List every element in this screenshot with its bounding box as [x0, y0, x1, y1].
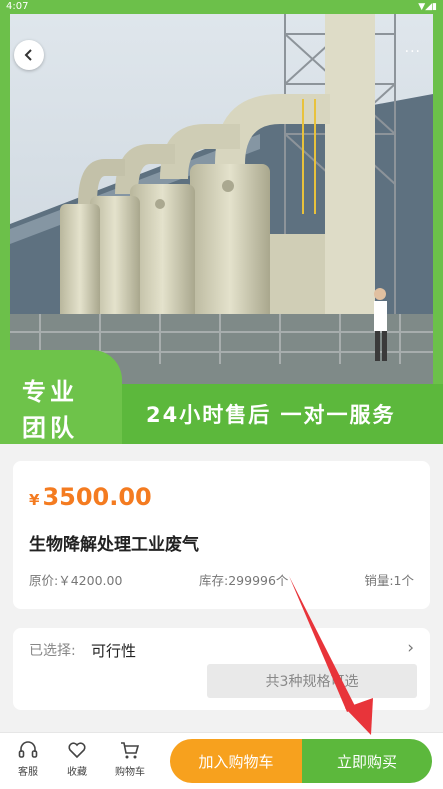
product-title: 生物降解处理工业废气 [29, 535, 199, 555]
more-options-button[interactable]: ··· [405, 44, 421, 60]
price-value: 3500.00 [42, 483, 152, 511]
heart-icon [68, 742, 86, 759]
product-info-card: ¥3500.00 生物降解处理工业废气 原价:￥4200.00 库存:29999… [13, 461, 430, 609]
status-icons: ▼◢▮ [418, 2, 437, 12]
product-banner[interactable]: ··· 专业 团队 24小时售后 一对一服务 [0, 14, 443, 444]
sales-count: 销量:1个 [364, 573, 414, 588]
cart-icon [121, 742, 140, 759]
add-to-cart-button[interactable]: 加入购物车 [170, 739, 302, 783]
customer-service-label: 客服 [18, 767, 38, 778]
badge-line-2: 团队 [22, 414, 78, 442]
service-slogan: 24小时售后 一对一服务 [146, 403, 396, 427]
shopping-cart-label: 购物车 [115, 767, 145, 778]
shopping-cart-button[interactable]: 购物车 [108, 739, 152, 778]
spec-value: 可行性 [91, 642, 137, 660]
buy-now-button[interactable]: 立即购买 [302, 739, 432, 783]
status-time: 4:07 [6, 1, 29, 12]
badge-line-1: 专业 [22, 378, 78, 406]
customer-service-button[interactable]: 客服 [8, 739, 48, 778]
back-button[interactable] [14, 40, 44, 70]
product-photo [10, 14, 433, 384]
product-price: ¥3500.00 [29, 483, 152, 511]
back-icon [24, 49, 32, 61]
choose-spec-button[interactable]: 共3种规格可选 [207, 664, 417, 698]
favorite-label: 收藏 [67, 767, 87, 778]
original-price: 原价:￥4200.00 [29, 573, 123, 588]
team-badge: 专业 团队 [0, 350, 122, 444]
stock-count: 库存:299996个 [199, 573, 289, 588]
bottom-action-bar: 客服 收藏 购物车 加入购物车 立即购买 [0, 732, 443, 789]
headset-icon [18, 741, 38, 758]
chevron-right-icon[interactable]: › [407, 638, 414, 658]
currency-symbol: ¥ [29, 491, 40, 509]
favorite-button[interactable]: 收藏 [57, 739, 97, 778]
spec-label: 已选择: [29, 643, 76, 659]
status-bar: 4:07 ▼◢▮ [0, 0, 443, 14]
spec-selector[interactable]: 已选择: 可行性 › 共3种规格可选 [13, 628, 430, 710]
